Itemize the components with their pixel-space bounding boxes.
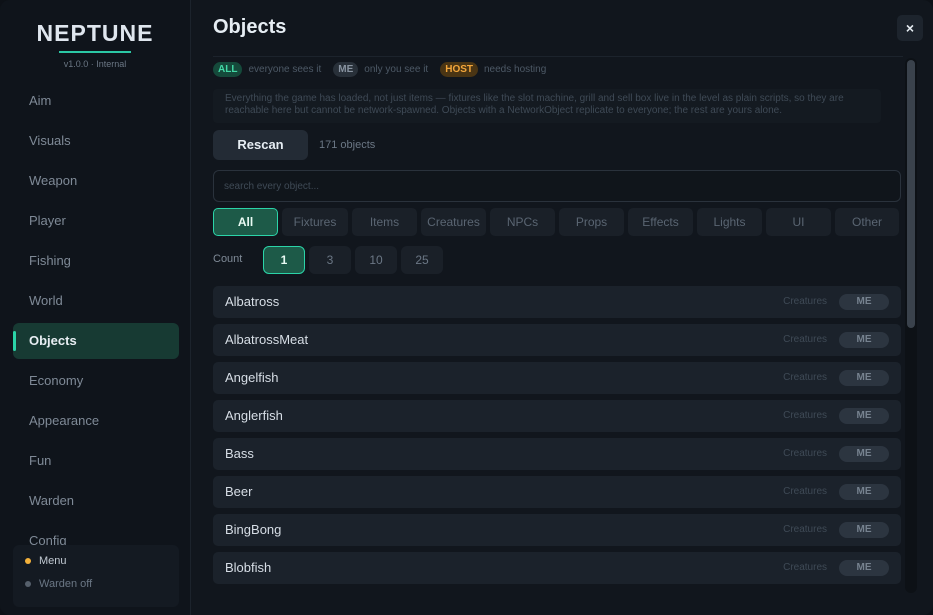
object-category: Creatures [783, 296, 827, 307]
object-category: Creatures [783, 372, 827, 383]
spawn-me-button[interactable]: ME [839, 332, 889, 348]
sidebar-status-panel: Menu Warden off [13, 545, 179, 607]
list-item[interactable]: AlbatrossMeat Creatures ME [213, 324, 901, 356]
legend-tag-all: ALL [213, 62, 243, 77]
status-label-menu: Menu [39, 555, 67, 567]
brand-underline [59, 51, 131, 53]
count-option-10[interactable]: 10 [355, 246, 397, 274]
filter-bar: All Fixtures Items Creatures NPCs Props … [213, 208, 899, 236]
sidebar-item-world[interactable]: World [13, 283, 179, 319]
count-option-1[interactable]: 1 [263, 246, 305, 274]
list-item[interactable]: Anglerfish Creatures ME [213, 400, 901, 432]
status-row-menu: Menu [25, 555, 67, 567]
filter-ui[interactable]: UI [766, 208, 831, 236]
close-button[interactable]: × [897, 15, 923, 41]
spawn-me-button[interactable]: ME [839, 370, 889, 386]
rescan-button[interactable]: Rescan [213, 130, 308, 160]
status-dot-icon [25, 581, 31, 587]
object-category: Creatures [783, 448, 827, 459]
filter-fixtures[interactable]: Fixtures [282, 208, 348, 236]
object-category: Creatures [783, 410, 827, 421]
sidebar-item-warden[interactable]: Warden [13, 483, 179, 519]
spawn-me-button[interactable]: ME [839, 484, 889, 500]
object-category: Creatures [783, 524, 827, 535]
object-name: Angelfish [225, 370, 279, 385]
list-item[interactable]: Albatross Creatures ME [213, 286, 901, 318]
status-row-warden: Warden off [25, 578, 92, 590]
object-count: 171 objects [319, 139, 376, 151]
spawn-me-button[interactable]: ME [839, 522, 889, 538]
sidebar-item-appearance[interactable]: Appearance [13, 403, 179, 439]
legend-text-all: everyone sees it [248, 64, 322, 75]
spawn-me-button[interactable]: ME [839, 294, 889, 310]
status-label-warden: Warden off [39, 578, 93, 590]
object-name: Anglerfish [225, 408, 283, 423]
object-name: BingBong [225, 522, 282, 537]
page-title: Objects [213, 16, 287, 38]
spawn-me-button[interactable]: ME [839, 560, 889, 576]
filter-props[interactable]: Props [559, 208, 624, 236]
header-divider [213, 56, 903, 57]
object-name: Albatross [225, 294, 280, 309]
filter-all[interactable]: All [213, 208, 278, 236]
object-list: Albatross Creatures ME AlbatrossMeat Cre… [213, 286, 901, 590]
search-input[interactable] [213, 170, 901, 202]
count-label: Count [213, 253, 243, 265]
count-option-25[interactable]: 25 [401, 246, 443, 274]
object-name: Bass [225, 446, 254, 461]
sidebar-item-weapon[interactable]: Weapon [13, 163, 179, 199]
filter-creatures[interactable]: Creatures [421, 208, 486, 236]
legend-text-me: only you see it [364, 64, 429, 75]
sidebar: NEPTUNE v1.0.0 · Internal Aim Visuals We… [0, 0, 191, 615]
sidebar-item-economy[interactable]: Economy [13, 363, 179, 399]
sidebar-item-player[interactable]: Player [13, 203, 179, 239]
legend-tag-host: HOST [440, 62, 478, 77]
sidebar-item-aim[interactable]: Aim [13, 83, 179, 119]
filter-effects[interactable]: Effects [628, 208, 693, 236]
spawn-me-button[interactable]: ME [839, 446, 889, 462]
object-category: Creatures [783, 486, 827, 497]
sidebar-item-fun[interactable]: Fun [13, 443, 179, 479]
object-name: Beer [225, 484, 253, 499]
sidebar-item-objects[interactable]: Objects [13, 323, 179, 359]
legend: ALL everyone sees it ME only you see it … [213, 62, 558, 77]
brand: NEPTUNE v1.0.0 · Internal [0, 20, 190, 69]
sidebar-item-visuals[interactable]: Visuals [13, 123, 179, 159]
list-item[interactable]: Angelfish Creatures ME [213, 362, 901, 394]
object-name: Blobfish [225, 560, 272, 575]
sidebar-nav: Aim Visuals Weapon Player Fishing World … [13, 83, 179, 563]
filter-other[interactable]: Other [835, 208, 899, 236]
spawn-me-button[interactable]: ME [839, 408, 889, 424]
status-dot-icon [25, 558, 31, 564]
count-selector: 1 3 10 25 [263, 246, 447, 274]
legend-tag-me: ME [333, 62, 359, 77]
filter-npcs[interactable]: NPCs [490, 208, 555, 236]
brand-name: NEPTUNE [36, 20, 154, 46]
list-item[interactable]: Blobfish Creatures ME [213, 552, 901, 584]
list-item[interactable]: Beer Creatures ME [213, 476, 901, 508]
brand-version: v1.0.0 · Internal [63, 59, 127, 69]
list-item[interactable]: BingBong Creatures ME [213, 514, 901, 546]
object-category: Creatures [783, 562, 827, 573]
object-category: Creatures [783, 334, 827, 345]
count-option-3[interactable]: 3 [309, 246, 351, 274]
sidebar-item-fishing[interactable]: Fishing [13, 243, 179, 279]
main-panel: Objects × ALL everyone sees it ME only y… [191, 0, 933, 615]
info-note: Everything the game has loaded, not just… [213, 89, 881, 123]
legend-text-host: needs hosting [484, 64, 547, 75]
filter-items[interactable]: Items [352, 208, 417, 236]
filter-lights[interactable]: Lights [697, 208, 762, 236]
scrollbar-thumb[interactable] [907, 60, 915, 328]
object-name: AlbatrossMeat [225, 332, 309, 347]
app-window: NEPTUNE v1.0.0 · Internal Aim Visuals We… [0, 0, 933, 615]
list-item[interactable]: Bass Creatures ME [213, 438, 901, 470]
